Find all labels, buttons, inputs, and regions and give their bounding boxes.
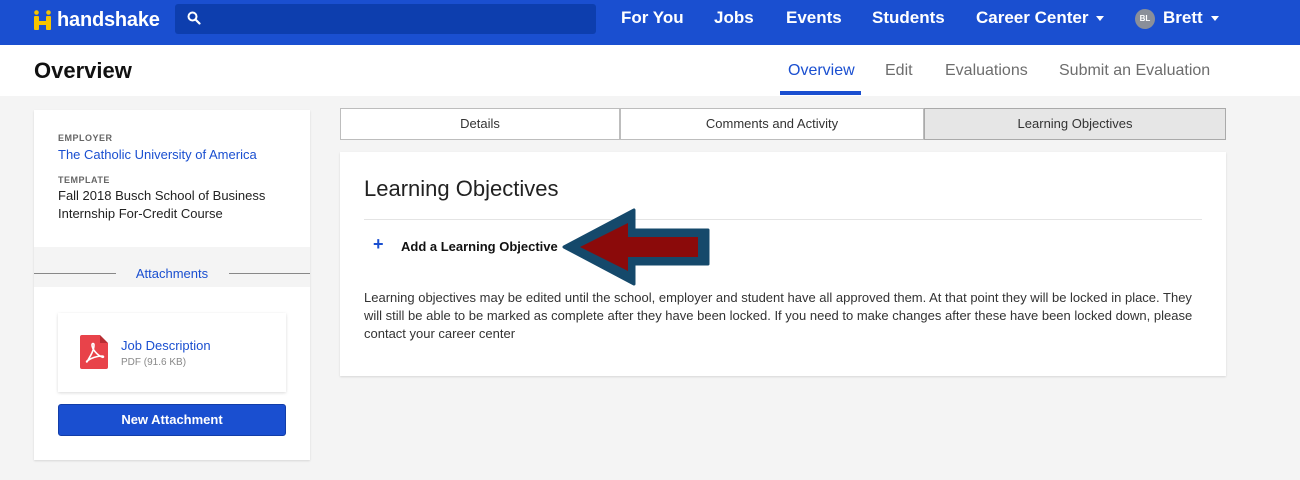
user-menu[interactable]: Brett	[1163, 8, 1219, 28]
page-title: Overview	[34, 58, 132, 83]
caret-down-icon	[1210, 16, 1219, 22]
new-attachment-button[interactable]: New Attachment	[58, 404, 286, 436]
brand-logo[interactable]: handshake	[33, 9, 160, 32]
sidebar-card: EMPLOYER The Catholic University of Amer…	[34, 110, 310, 460]
attachments-title: Attachments	[135, 266, 209, 281]
template-label: TEMPLATE	[58, 175, 110, 185]
add-learning-objective-button[interactable]: Add a Learning Objective	[401, 239, 558, 254]
nav-item-students[interactable]: Students	[872, 8, 945, 28]
page-header: Overview Overview Edit Evaluations Submi…	[0, 45, 1300, 96]
nav-item-career-center[interactable]: Career Center	[976, 8, 1105, 28]
nav-item-events[interactable]: Events	[786, 8, 842, 28]
employer-link[interactable]: The Catholic University of America	[58, 147, 257, 162]
attachment-meta: PDF (91.6 KB)	[121, 357, 187, 368]
avatar[interactable]: BL	[1135, 9, 1155, 29]
arrow-annotation	[562, 208, 710, 286]
learning-objectives-description: Learning objectives may be edited until …	[364, 290, 1193, 341]
employer-label: EMPLOYER	[58, 133, 113, 143]
top-nav: handshake For You Jobs Events Students C…	[0, 0, 1300, 45]
caret-down-icon	[1096, 16, 1105, 22]
template-name: Fall 2018 Busch School of Business Inter…	[58, 188, 266, 221]
user-name: Brett	[1163, 8, 1203, 27]
career-center-label: Career Center	[976, 8, 1089, 27]
nav-item-for-you[interactable]: For You	[621, 8, 684, 28]
section-heading: Learning Objectives	[364, 176, 559, 201]
tab-comments-activity[interactable]: Comments and Activity	[620, 108, 924, 140]
plus-icon[interactable]: +	[373, 235, 384, 253]
search-input[interactable]	[175, 4, 596, 34]
brand-name: handshake	[57, 9, 160, 31]
learning-objectives-card: Learning Objectives + Add a Learning Obj…	[340, 152, 1226, 376]
handshake-logo-icon	[33, 9, 53, 32]
attachment-name[interactable]: Job Description	[121, 338, 211, 353]
tab-submit-evaluation[interactable]: Submit an Evaluation	[1059, 62, 1210, 80]
tab-edit[interactable]: Edit	[885, 62, 913, 80]
tab-evaluations[interactable]: Evaluations	[945, 62, 1028, 80]
tab-details[interactable]: Details	[340, 108, 620, 140]
tab-overview[interactable]: Overview	[788, 62, 855, 80]
divider	[364, 219, 1202, 220]
active-tab-indicator	[780, 91, 861, 95]
tab-learning-objectives[interactable]: Learning Objectives	[924, 108, 1226, 140]
pdf-icon	[80, 335, 108, 369]
search-icon	[187, 11, 201, 30]
attachment-item[interactable]: Job Description PDF (91.6 KB)	[58, 313, 286, 392]
nav-item-jobs[interactable]: Jobs	[714, 8, 754, 28]
